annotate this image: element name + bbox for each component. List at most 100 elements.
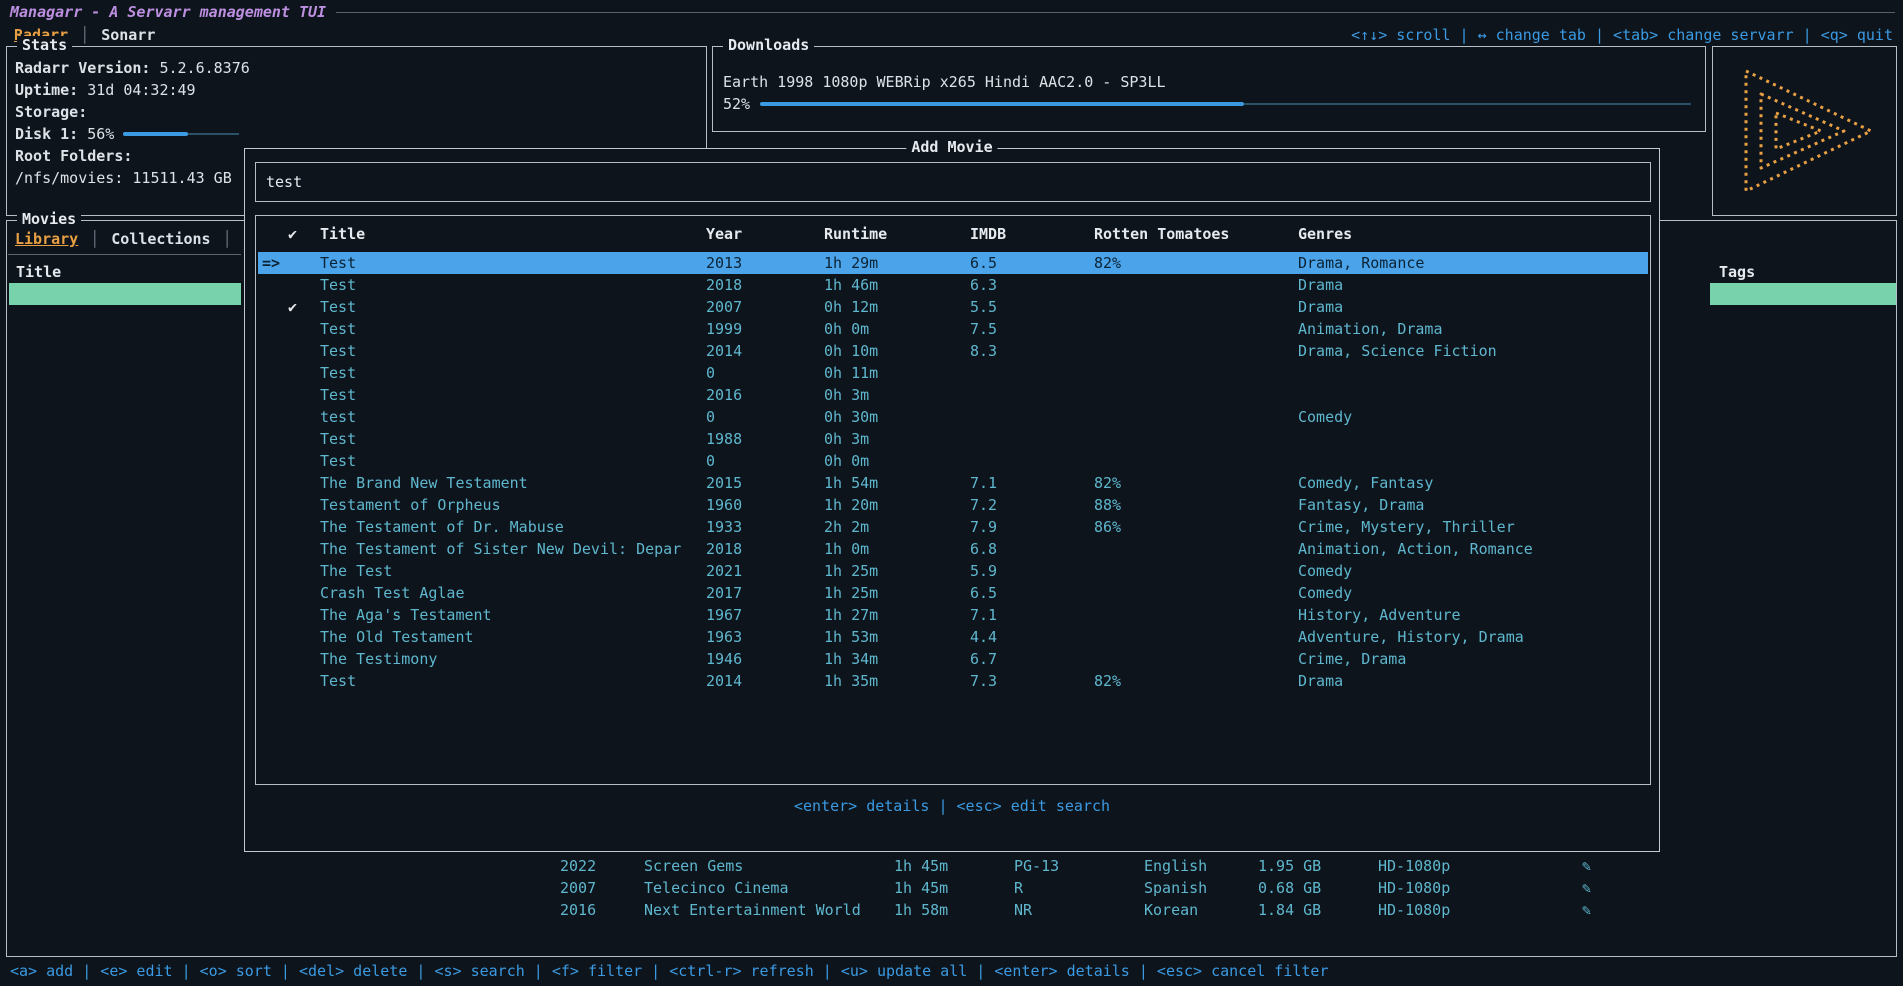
result-runtime: 0h 3m (824, 384, 966, 406)
result-genres: Drama, Romance (1298, 252, 1648, 274)
search-result-row[interactable]: The Old Testament 1963 1h 53m 4.4 Advent… (258, 626, 1648, 648)
check-icon: ✔ (288, 296, 318, 318)
logo-panel (1712, 46, 1897, 216)
tab-separator: │ (90, 227, 99, 251)
root-folders-label: Root Folders: (15, 145, 132, 167)
movie-tags-cell (1710, 591, 1896, 613)
search-result-row[interactable]: Test 2016 0h 3m (258, 384, 1648, 406)
disk-label: Disk 1: (15, 123, 78, 145)
search-result-row[interactable]: Testament of Orpheus 1960 1h 20m 7.2 88%… (258, 494, 1648, 516)
selection-marker (262, 472, 288, 494)
check-icon (288, 252, 318, 274)
movie-title-cell: Alien (9, 437, 241, 459)
search-result-row[interactable]: The Testament of Dr. Mabuse 1933 2h 2m 7… (258, 516, 1648, 538)
result-runtime: 0h 12m (824, 296, 966, 318)
result-year: 1960 (706, 494, 818, 516)
result-imdb: 6.5 (970, 582, 1090, 604)
check-icon (288, 582, 318, 604)
result-imdb: 7.9 (970, 516, 1090, 538)
result-runtime: 1h 27m (824, 604, 966, 626)
result-runtime: 0h 3m (824, 428, 966, 450)
movie-title-cell: The Girl with All the (9, 833, 241, 855)
search-result-row[interactable]: Test 0 0h 0m (258, 450, 1648, 472)
result-genres: Comedy (1298, 560, 1648, 582)
movie-quality: HD-1080p (1378, 877, 1450, 899)
result-year: 2014 (706, 670, 818, 692)
check-icon (288, 516, 318, 538)
search-result-row[interactable]: => Test 2013 1h 29m 6.5 82% Drama, Roman… (258, 252, 1648, 274)
movie-title-cell: Gone with the Wind (9, 503, 241, 525)
search-result-row[interactable]: Test 2014 1h 35m 7.3 82% Drama (258, 670, 1648, 692)
movie-tags-cell (1710, 811, 1896, 833)
results-header-genres: Genres (1298, 222, 1648, 246)
app-title: Managarr - A Servarr management TUI (10, 3, 326, 21)
movie-list-item[interactable]: Train to Busan 2016 Next Entertainment W… (8, 899, 1895, 921)
result-imdb: 7.1 (970, 604, 1090, 626)
result-rotten-tomatoes (1094, 450, 1294, 472)
search-result-row[interactable]: The Testimony 1946 1h 34m 6.7 Crime, Dra… (258, 648, 1648, 670)
tab-sonarr[interactable]: Sonarr (101, 24, 155, 46)
movie-tags-cell (1710, 371, 1896, 393)
result-year: 2016 (706, 384, 818, 406)
selection-marker (262, 604, 288, 626)
search-result-row[interactable]: Test 2018 1h 46m 6.3 Drama (258, 274, 1648, 296)
result-runtime: 1h 54m (824, 472, 966, 494)
managarr-screen: Managarr - A Servarr management TUI Rada… (0, 0, 1903, 986)
result-year: 1946 (706, 648, 818, 670)
movies-title-header: Title (16, 261, 61, 283)
disk-usage-gauge (123, 132, 239, 136)
search-result-row[interactable]: The Brand New Testament 2015 1h 54m 7.1 … (258, 472, 1648, 494)
result-imdb: 6.5 (970, 252, 1090, 274)
movie-tags-cell (1710, 745, 1896, 767)
movie-tags-cell (1710, 701, 1896, 723)
result-imdb: 4.4 (970, 626, 1090, 648)
result-genres: History, Adventure (1298, 604, 1648, 626)
movie-title-cell: Life (9, 459, 241, 481)
tab-collections[interactable]: Collections (111, 227, 210, 251)
movie-year: 2022 (560, 855, 596, 877)
tab-separator: │ (223, 227, 232, 251)
movie-list-item[interactable]: The Orphanage 2007 Telecinco Cinema 1h 4… (8, 877, 1895, 899)
movie-tags-cell (1710, 679, 1896, 701)
movie-tags-cell (1710, 613, 1896, 635)
result-year: 2013 (706, 252, 818, 274)
search-result-row[interactable]: test 0 0h 30m Comedy (258, 406, 1648, 428)
movie-tags-cell (1710, 415, 1896, 437)
result-title: The Test (320, 560, 704, 582)
search-result-row[interactable]: The Aga's Testament 1967 1h 27m 7.1 Hist… (258, 604, 1648, 626)
result-genres: Fantasy, Drama (1298, 494, 1648, 516)
add-movie-search-input[interactable]: test (255, 162, 1651, 202)
result-imdb: 5.5 (970, 296, 1090, 318)
search-result-row[interactable]: Test 1988 0h 3m (258, 428, 1648, 450)
search-result-row[interactable]: Test 0 0h 11m (258, 362, 1648, 384)
result-rotten-tomatoes (1094, 560, 1294, 582)
search-result-row[interactable]: ✔ Test 2007 0h 12m 5.5 Drama (258, 296, 1648, 318)
search-result-row[interactable]: The Testament of Sister New Devil: Depar… (258, 538, 1648, 560)
search-results-table[interactable]: ✔ Title Year Runtime IMDB Rotten Tomatoe… (255, 215, 1651, 785)
selection-marker (262, 296, 288, 318)
movie-runtime: 1h 45m (894, 855, 948, 877)
result-genres: Adventure, History, Drama (1298, 626, 1648, 648)
result-title: Test (320, 450, 704, 472)
movie-title-cell: The Conjuring: The De (9, 349, 241, 371)
result-imdb (970, 362, 1090, 384)
result-rotten-tomatoes: 82% (1094, 670, 1294, 692)
version-label: Radarr Version: (15, 57, 150, 79)
movie-title-cell: Nope (9, 481, 241, 503)
movie-title-cell: 1408 (9, 811, 241, 833)
search-result-row[interactable]: Test 2014 0h 10m 8.3 Drama, Science Fict… (258, 340, 1648, 362)
selection-marker (262, 318, 288, 340)
check-icon (288, 450, 318, 472)
result-runtime: 2h 2m (824, 516, 966, 538)
movie-list-item[interactable]: The Invitation 2022 Screen Gems 1h 45m P… (8, 855, 1895, 877)
movie-tags-cell (1710, 657, 1896, 679)
search-result-row[interactable]: Crash Test Aglae 2017 1h 25m 6.5 Comedy (258, 582, 1648, 604)
results-header-runtime: Runtime (824, 222, 966, 246)
results-header-imdb: IMDB (970, 222, 1090, 246)
result-imdb: 5.9 (970, 560, 1090, 582)
search-result-row[interactable]: Test 1999 0h 0m 7.5 Animation, Drama (258, 318, 1648, 340)
search-result-row[interactable]: The Test 2021 1h 25m 5.9 Comedy (258, 560, 1648, 582)
movie-tags-cell (1710, 283, 1896, 305)
tab-library[interactable]: Library (15, 227, 78, 251)
result-year: 0 (706, 450, 818, 472)
